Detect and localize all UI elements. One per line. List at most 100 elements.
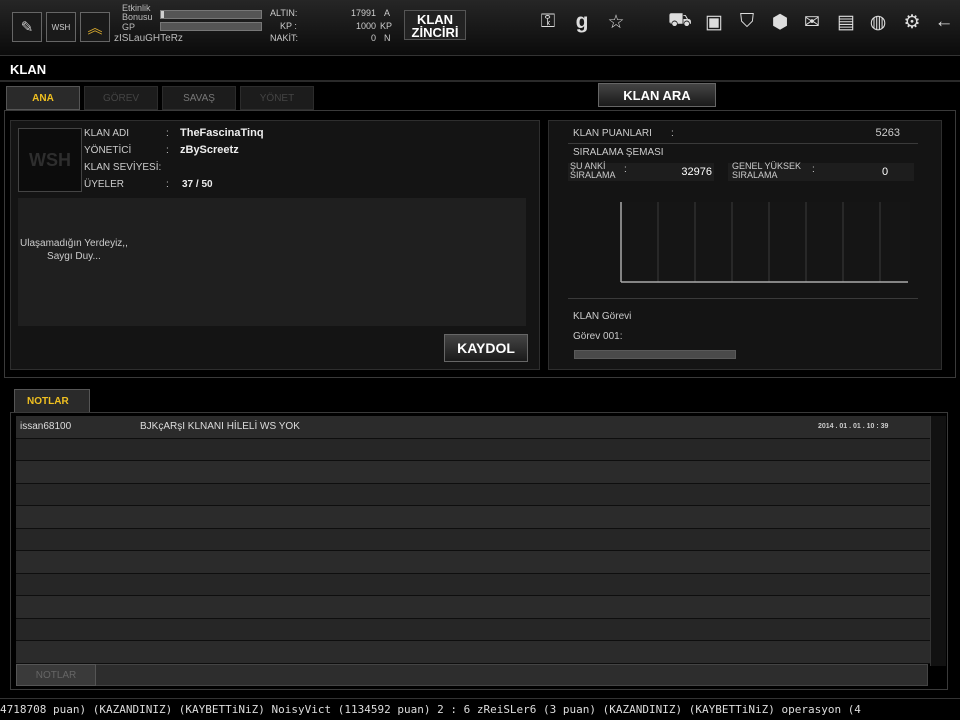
mission-label: Görev 001: [573,331,623,342]
notes-row[interactable] [16,461,930,484]
gold-unit: A [384,8,391,18]
notes-button-label: NOTLAR [35,669,77,681]
best-rank-sep: : [812,164,815,175]
clan-logo: WSH [18,128,82,192]
clan-name-label: KLAN ADI [84,128,130,139]
event-bonus-label-line2: Bonusu [122,12,153,22]
mission-title: KLAN Görevi [573,311,632,322]
tab-notes-label: NOTLAR [27,396,69,407]
points-divider [568,143,918,144]
kp-label: KP : [280,21,297,31]
page-title: KLAN [10,62,47,77]
clan-search-label: KLAN ARA [623,87,691,103]
clan-points-value: 5263 [875,127,900,139]
rank-chevron-icon[interactable]: ︽ [80,12,110,42]
cash-label: NAKİT: [270,33,299,43]
best-rank-value: 0 [882,166,889,178]
clan-admin-value: zByScreetz [180,144,239,156]
match-ticker: 4718708 puan) (KAZANDINIZ) (KAYBETTiNiZ)… [0,698,960,720]
clan-description-line2: Saygı Duy... [47,251,101,262]
clan-search-button[interactable]: KLAN ARA [598,83,716,107]
ranking-chart [620,202,910,283]
notes-row[interactable] [16,596,930,619]
notes-input[interactable] [16,664,928,686]
search-key-icon[interactable]: ⚿ [534,9,562,35]
kp-unit: KP [380,21,393,31]
clan-members-sep: : [166,179,169,190]
notes-button[interactable]: NOTLAR [16,664,96,686]
register-button[interactable]: KAYDOL [444,334,528,362]
clan-description-line1: Ulaşamadığın Yerdeyiz,, [20,238,128,249]
inventory-icon[interactable]: ▣ [700,9,728,35]
event-bonus-bar [160,10,262,19]
clan-logo-text: WSH [29,149,71,170]
clan-admin-label: YÖNETİCİ [84,145,132,156]
cart-icon[interactable]: ⛟ [666,9,694,35]
clan-emblem-icon[interactable]: WSH [46,12,76,42]
notes-row[interactable] [16,551,930,574]
tab-gorev-label: GÖREV [102,92,140,104]
current-rank-sep: : [624,164,627,175]
tab-savas[interactable]: SAVAŞ [162,86,236,110]
star-icon[interactable]: ☆ [602,9,630,35]
note-message: BJKçARşI KLNANI HİLELİ WS YOK [140,421,300,433]
notes-row[interactable] [16,506,930,529]
gp-bar [160,22,262,31]
box-icon[interactable]: ⬢ [766,9,794,35]
current-rank-label: ŞU ANKİ SIRALAMA [570,162,616,180]
tab-gorev[interactable]: GÖREV [84,86,158,110]
username: zISLauGHTeRz [114,33,183,44]
back-arrow-icon[interactable]: ← [930,9,958,35]
clan-chain-line2: ZİNCİRİ [411,25,459,40]
tab-yonet[interactable]: YÖNET [240,86,314,110]
tab-ana-label: ANA [32,92,54,104]
clan-points-label: KLAN PUANLARI [573,128,652,139]
profile-icon[interactable]: ▤ [832,9,860,35]
notes-list: issan68100 BJKçARşI KLNANI HİLELİ WS YOK 2… [16,416,930,664]
mission-progress-bar [574,350,736,359]
top-bar: ✎ WSH ︽ Etkinlik Bonusu GP zISLauGHTeRz … [0,0,960,56]
tab-savas-label: SAVAŞ [183,92,215,104]
note-date: 2014 . 01 . 01 . 10 : 39 [818,423,889,431]
clan-chain-button[interactable]: KLAN ZİNCİRİ [404,10,466,40]
globe-icon[interactable]: ◍ [864,9,892,35]
notes-row[interactable] [16,438,930,461]
current-rank-label-line2: SIRALAMA [570,170,616,180]
clan-name-sep: : [166,128,169,139]
notes-scrollbar[interactable] [930,416,946,666]
tab-yonet-label: YÖNET [259,92,295,104]
clan-level-label: KLAN SEVİYESİ: [84,162,162,173]
kp-value: 1000 [355,21,376,31]
gp-label: GP [122,22,136,32]
shield-icon[interactable]: ⛉ [733,9,761,35]
notes-row[interactable] [16,528,930,551]
notes-row[interactable] [16,641,930,664]
mail-icon[interactable]: ✉ [798,9,826,35]
clan-description: Ulaşamadığın Yerdeyiz,, Saygı Duy... [20,237,128,263]
notes-row[interactable]: issan68100 BJKçARşI KLNANI HİLELİ WS YOK 2… [16,416,930,439]
current-rank-value: 32976 [681,166,712,178]
register-button-label: KAYDOL [457,340,515,356]
best-rank-label-line2: SIRALAMA [732,170,778,180]
notes-icon[interactable]: ✎ [12,12,42,42]
tab-ana[interactable]: ANA [6,86,80,110]
clan-admin-sep: : [166,145,169,156]
clan-emblem-text: WSH [51,22,71,32]
title-divider [0,80,960,82]
tab-notes[interactable]: NOTLAR [14,389,90,413]
clan-members-value: 37 / 50 [182,179,213,190]
cash-unit: N [384,33,391,43]
notes-row[interactable] [16,618,930,641]
clan-name-value: TheFascinaTinq [180,127,264,139]
ranking-chart-title: SIRALAMA ŞEMASI [573,147,664,158]
event-bonus-label: Etkinlik Bonusu [122,4,153,22]
gear-icon[interactable]: ⚙ [898,9,926,35]
notes-row[interactable] [16,573,930,596]
gold-value: 17991 [350,8,376,18]
gold-label: ALTIN: [270,8,298,18]
best-rank-label: GENEL YÜKSEK SIRALAMA [732,162,801,180]
g-icon[interactable]: g [568,9,596,35]
notes-row[interactable] [16,483,930,506]
match-ticker-text: 4718708 puan) (KAZANDINIZ) (KAYBETTiNiZ)… [0,703,861,716]
note-author: issan68100 [20,421,72,433]
